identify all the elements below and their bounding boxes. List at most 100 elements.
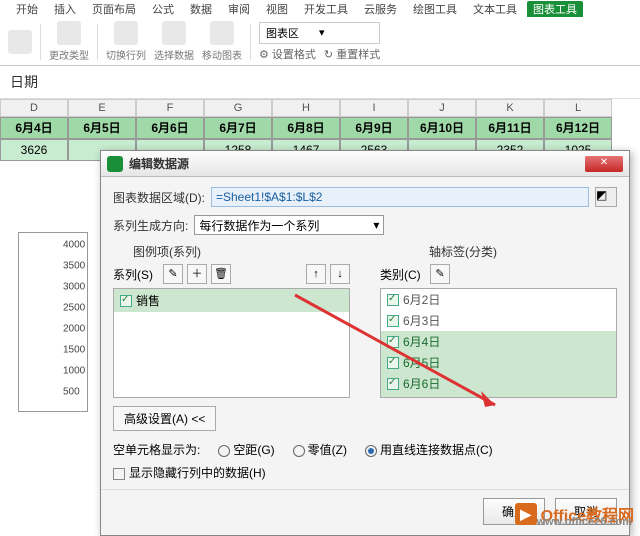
tab-layout[interactable]: 页面布局	[86, 1, 142, 17]
y-tick: 3000	[63, 282, 85, 293]
move-chart-label: 移动图表	[202, 47, 242, 62]
series-label: 系列(S)	[113, 266, 159, 283]
checkbox-icon[interactable]	[120, 295, 132, 307]
ribbon-body: 更改类型 切换行列 选择数据 移动图表 图表区▾ ⚙ 设置格式 ↻ 重置样式	[0, 18, 640, 66]
switch-rowcol-label: 切换行列	[106, 47, 146, 62]
chart-area-dropdown[interactable]: 图表区▾	[259, 22, 380, 44]
col-header[interactable]: L	[544, 99, 612, 117]
value-cell[interactable]: 3626	[0, 139, 68, 161]
y-tick: 2500	[63, 303, 85, 314]
category-item[interactable]: 6月3日	[381, 310, 616, 331]
category-item[interactable]: 6月2日	[381, 289, 616, 310]
tab-start[interactable]: 开始	[10, 1, 44, 17]
col-header[interactable]: K	[476, 99, 544, 117]
col-header[interactable]: H	[272, 99, 340, 117]
date-cell[interactable]: 6月5日	[68, 117, 136, 139]
series-up-button[interactable]: ↑	[306, 264, 326, 284]
checkbox-icon[interactable]	[387, 357, 399, 369]
series-item[interactable]: 销售	[114, 289, 349, 312]
legend-header: 图例项(系列)	[133, 243, 201, 260]
category-item[interactable]: 6月7日	[381, 394, 616, 398]
select-data-icon[interactable]	[162, 21, 186, 45]
category-label: 类别(C)	[380, 266, 426, 283]
range-picker-button[interactable]: ◩	[595, 187, 617, 207]
dialog-title: 编辑数据源	[129, 155, 585, 172]
series-delete-button[interactable]: 🗑	[211, 264, 231, 284]
ribbon-tabs: 开始 插入 页面布局 公式 数据 审阅 视图 开发工具 云服务 绘图工具 文本工…	[0, 0, 640, 18]
chevron-down-icon: ▾	[319, 26, 325, 39]
y-tick: 1500	[63, 345, 85, 356]
date-cell[interactable]: 6月8日	[272, 117, 340, 139]
watermark: ▶ Office教程网 www.office26.com	[515, 502, 634, 526]
category-item[interactable]: 6月5日	[381, 352, 616, 373]
tab-cloud[interactable]: 云服务	[358, 1, 403, 17]
tab-draw[interactable]: 绘图工具	[407, 1, 463, 17]
col-header[interactable]: I	[340, 99, 408, 117]
col-header[interactable]: D	[0, 99, 68, 117]
change-type-icon[interactable]	[57, 21, 81, 45]
series-add-button[interactable]: ＋	[187, 264, 207, 284]
tab-text[interactable]: 文本工具	[467, 1, 523, 17]
orient-combo[interactable]: 每行数据作为一个系列▾	[194, 215, 384, 235]
category-listbox[interactable]: 6月2日6月3日6月4日6月5日6月6日6月7日6月8日	[380, 288, 617, 398]
app-icon	[107, 156, 123, 172]
date-cell[interactable]: 6月12日	[544, 117, 612, 139]
tab-view[interactable]: 视图	[260, 1, 294, 17]
date-row: 6月4日6月5日6月6日6月7日6月8日6月9日6月10日6月11日6月12日	[0, 117, 640, 139]
date-cell[interactable]: 6月9日	[340, 117, 408, 139]
chart-fragment: 4000350030002500200015001000500	[18, 232, 88, 412]
date-cell[interactable]: 6月11日	[476, 117, 544, 139]
checkbox-icon[interactable]	[387, 315, 399, 327]
move-chart-icon[interactable]	[210, 21, 234, 45]
col-header[interactable]: J	[408, 99, 476, 117]
row-label: 日期	[0, 66, 640, 99]
close-button[interactable]: ✕	[585, 156, 623, 172]
show-hidden-checkbox[interactable]: 显示隐藏行列中的数据(H)	[113, 466, 266, 480]
edit-datasource-dialog: 编辑数据源 ✕ 图表数据区域(D): ◩ 系列生成方向: 每行数据作为一个系列▾…	[100, 150, 630, 536]
change-type-label: 更改类型	[49, 47, 89, 62]
watermark-url: www.office26.com	[536, 516, 632, 528]
select-data-label: 选择数据	[154, 47, 194, 62]
column-headers: DEFGHIJKL	[0, 99, 640, 117]
set-format-button[interactable]: ⚙ 设置格式	[259, 46, 316, 62]
range-input[interactable]	[211, 187, 589, 207]
date-cell[interactable]: 6月10日	[408, 117, 476, 139]
series-edit-button[interactable]: ✎	[163, 264, 183, 284]
tab-data[interactable]: 数据	[184, 1, 218, 17]
y-tick: 1000	[63, 366, 85, 377]
category-item[interactable]: 6月6日	[381, 373, 616, 394]
radio-gap[interactable]: 空距(G)	[218, 441, 274, 458]
tab-formula[interactable]: 公式	[146, 1, 180, 17]
orient-label: 系列生成方向:	[113, 217, 188, 234]
tab-dev[interactable]: 开发工具	[298, 1, 354, 17]
radio-zero[interactable]: 零值(Z)	[293, 441, 347, 458]
col-header[interactable]: G	[204, 99, 272, 117]
y-tick: 2000	[63, 324, 85, 335]
ribbon-icon[interactable]	[8, 30, 32, 54]
tab-chart-tools[interactable]: 图表工具	[527, 1, 583, 17]
checkbox-icon[interactable]	[387, 336, 399, 348]
tab-insert[interactable]: 插入	[48, 1, 82, 17]
date-cell[interactable]: 6月7日	[204, 117, 272, 139]
tab-review[interactable]: 审阅	[222, 1, 256, 17]
date-cell[interactable]: 6月6日	[136, 117, 204, 139]
series-down-button[interactable]: ↓	[330, 264, 350, 284]
chevron-down-icon: ▾	[373, 218, 379, 232]
axis-header: 轴标签(分类)	[429, 243, 497, 260]
checkbox-icon[interactable]	[387, 378, 399, 390]
advanced-button[interactable]: 高级设置(A) <<	[113, 406, 216, 431]
range-label: 图表数据区域(D):	[113, 189, 205, 206]
col-header[interactable]: E	[68, 99, 136, 117]
blank-label: 空单元格显示为:	[113, 441, 200, 458]
category-edit-button[interactable]: ✎	[430, 264, 450, 284]
y-tick: 500	[63, 387, 80, 398]
switch-rowcol-icon[interactable]	[114, 21, 138, 45]
y-tick: 4000	[63, 240, 85, 251]
series-listbox[interactable]: 销售	[113, 288, 350, 398]
category-item[interactable]: 6月4日	[381, 331, 616, 352]
col-header[interactable]: F	[136, 99, 204, 117]
date-cell[interactable]: 6月4日	[0, 117, 68, 139]
reset-style-button[interactable]: ↻ 重置样式	[324, 46, 380, 62]
radio-line-connect[interactable]: 用直线连接数据点(C)	[365, 441, 493, 458]
checkbox-icon[interactable]	[387, 294, 399, 306]
